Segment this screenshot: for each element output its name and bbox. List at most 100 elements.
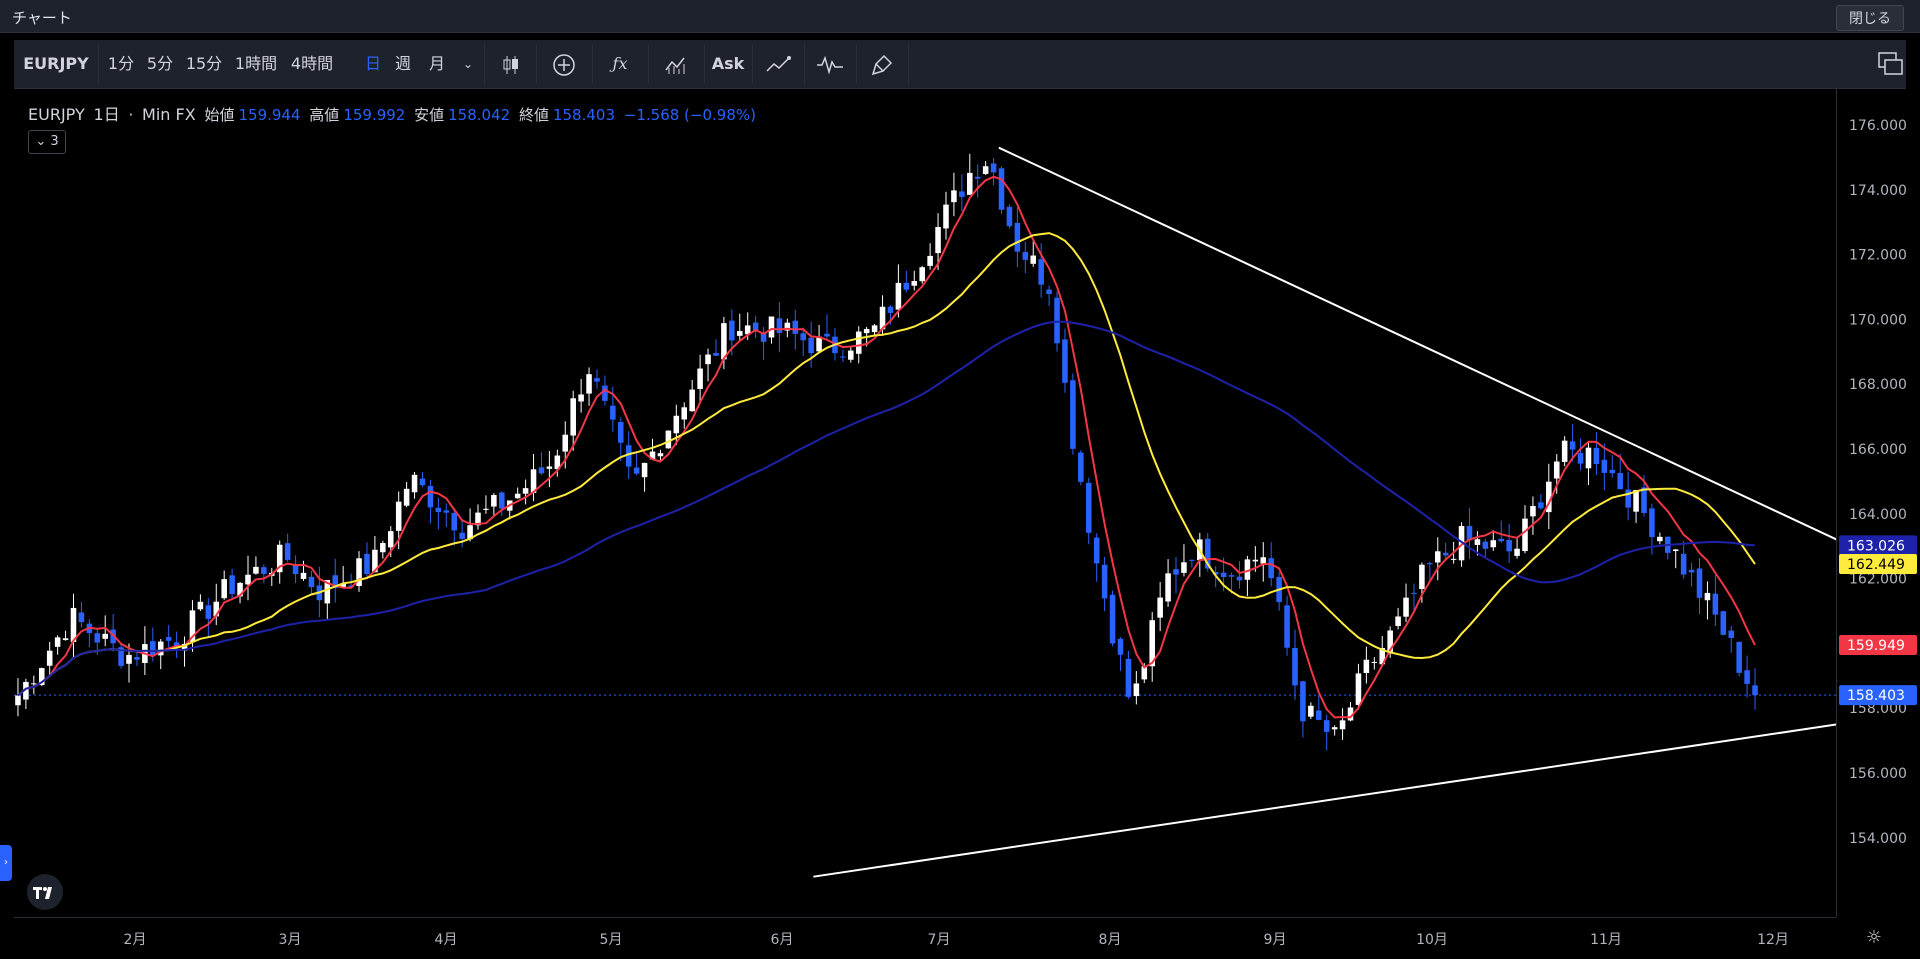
ask-button[interactable]: Ask (710, 40, 746, 88)
time-tick-label: 6月 (771, 932, 794, 948)
candle-body (1078, 452, 1084, 482)
candle-body (1085, 482, 1092, 533)
candle-body (578, 394, 584, 402)
candle-body (387, 531, 394, 548)
candle-body (1577, 453, 1584, 464)
legend-low-value: 158.042 (448, 106, 511, 124)
add-compare-icon[interactable] (544, 40, 584, 88)
candle-body (1363, 659, 1370, 674)
time-tick-label: 7月 (928, 932, 951, 948)
candle-body (1308, 705, 1314, 717)
candle-body (1641, 487, 1647, 513)
legend-close-value: 158.403 (552, 106, 615, 124)
close-button[interactable]: 閉じる (1836, 5, 1904, 31)
interval-15m-button[interactable]: 15分 (184, 40, 224, 88)
candle-body (308, 576, 315, 588)
candle-body (1553, 461, 1560, 479)
candle-body (1625, 489, 1631, 508)
window-title: チャート (12, 9, 72, 27)
candle-body (1117, 638, 1124, 655)
candle-body (1014, 222, 1021, 252)
candle-body (443, 510, 450, 513)
interval-month-button[interactable]: 月 (428, 40, 446, 88)
candle-body (673, 415, 680, 434)
interval-1m-button[interactable]: 1分 (106, 40, 136, 88)
candle-body (15, 695, 21, 706)
candle-body (102, 633, 108, 639)
oscillator-icon[interactable] (810, 40, 850, 88)
symbol-search-button[interactable]: EURJPY (22, 40, 90, 88)
chevron-down-icon: ⌄ (35, 134, 51, 149)
chevron-down-icon[interactable]: ⌄ (460, 40, 476, 88)
candle-body (165, 637, 172, 641)
legend-close-label: 終値 (518, 106, 549, 124)
candle-body (491, 494, 497, 507)
candle-body (641, 462, 648, 478)
interval-4h-button[interactable]: 4時間 (288, 40, 336, 88)
toolbar-divider (592, 44, 593, 84)
candle-body (689, 389, 695, 412)
candle-body (602, 385, 608, 401)
candle-body (419, 478, 426, 486)
candle-body (205, 605, 212, 619)
legend-symbol: EURJPY (28, 105, 85, 124)
candle-body (54, 637, 61, 647)
candle-body (1339, 720, 1346, 730)
candle-body (1593, 447, 1600, 465)
candle-body (1046, 289, 1052, 294)
compare-line-icon[interactable] (758, 40, 798, 88)
candle-body (499, 492, 505, 509)
price-tick-label: 168.000 (1849, 377, 1907, 393)
candle-body (736, 331, 743, 336)
candle-body (974, 176, 981, 179)
candle-body (245, 574, 251, 585)
candle-body (78, 612, 85, 623)
candle-body (1585, 447, 1592, 469)
candle-body (633, 467, 640, 474)
ma-fast-line (17, 175, 1756, 719)
price-axis[interactable]: 176.000 174.000 172.000 170.000 168.000 166.0… (1836, 89, 1920, 917)
price-badge-label: 162.449 (1847, 557, 1905, 573)
indicator-toggle-button[interactable]: ⌄ 3 (28, 130, 66, 154)
layout-windows-icon[interactable] (1876, 40, 1906, 88)
candle-body (1482, 541, 1489, 549)
candle-body (871, 325, 878, 333)
legend-source: Min FX (142, 105, 196, 124)
interval-day-button[interactable]: 日 (364, 40, 382, 88)
interval-5m-button[interactable]: 5分 (144, 40, 176, 88)
tradingview-logo[interactable] (27, 874, 63, 910)
interval-week-button[interactable]: 週 (394, 40, 412, 88)
legend-low-label: 安値 (414, 106, 445, 124)
toolbar-divider (908, 44, 909, 84)
candle-body (1720, 611, 1727, 635)
interval-1h-button[interactable]: 1時間 (232, 40, 280, 88)
time-tick-label: 9月 (1264, 932, 1287, 948)
time-axis[interactable]: 2月 3月 4月 5月 6月 7月 8月 9月 10月 11月 12月 (14, 917, 1836, 959)
candle-body (927, 255, 933, 266)
candle-body (935, 227, 941, 254)
candle-body (197, 601, 204, 610)
settings-gear-icon[interactable]: ☼ (1860, 924, 1888, 952)
brush-icon[interactable] (862, 40, 902, 88)
candle-body (618, 422, 624, 443)
candle-body (427, 485, 434, 508)
candle-body (1189, 559, 1195, 561)
candle-body (395, 501, 402, 531)
candle-body (253, 566, 259, 574)
candle-body (1522, 518, 1528, 552)
candle-body (451, 513, 457, 531)
templates-icon[interactable] (656, 40, 696, 88)
candle-body (284, 543, 291, 560)
indicators-fx-icon[interactable]: ƒx (600, 40, 640, 88)
candle-body (435, 507, 442, 513)
time-tick-label: 3月 (279, 932, 302, 948)
price-chart[interactable] (14, 89, 1836, 917)
candle-body (221, 579, 227, 599)
candle-body (1490, 540, 1497, 548)
side-panel-toggle-icon[interactable]: › (0, 845, 12, 881)
candle-body (1450, 558, 1457, 560)
candles-icon[interactable] (492, 40, 530, 88)
candle-body (903, 282, 910, 290)
candle-body (1442, 552, 1449, 556)
candle-body (1696, 568, 1703, 598)
